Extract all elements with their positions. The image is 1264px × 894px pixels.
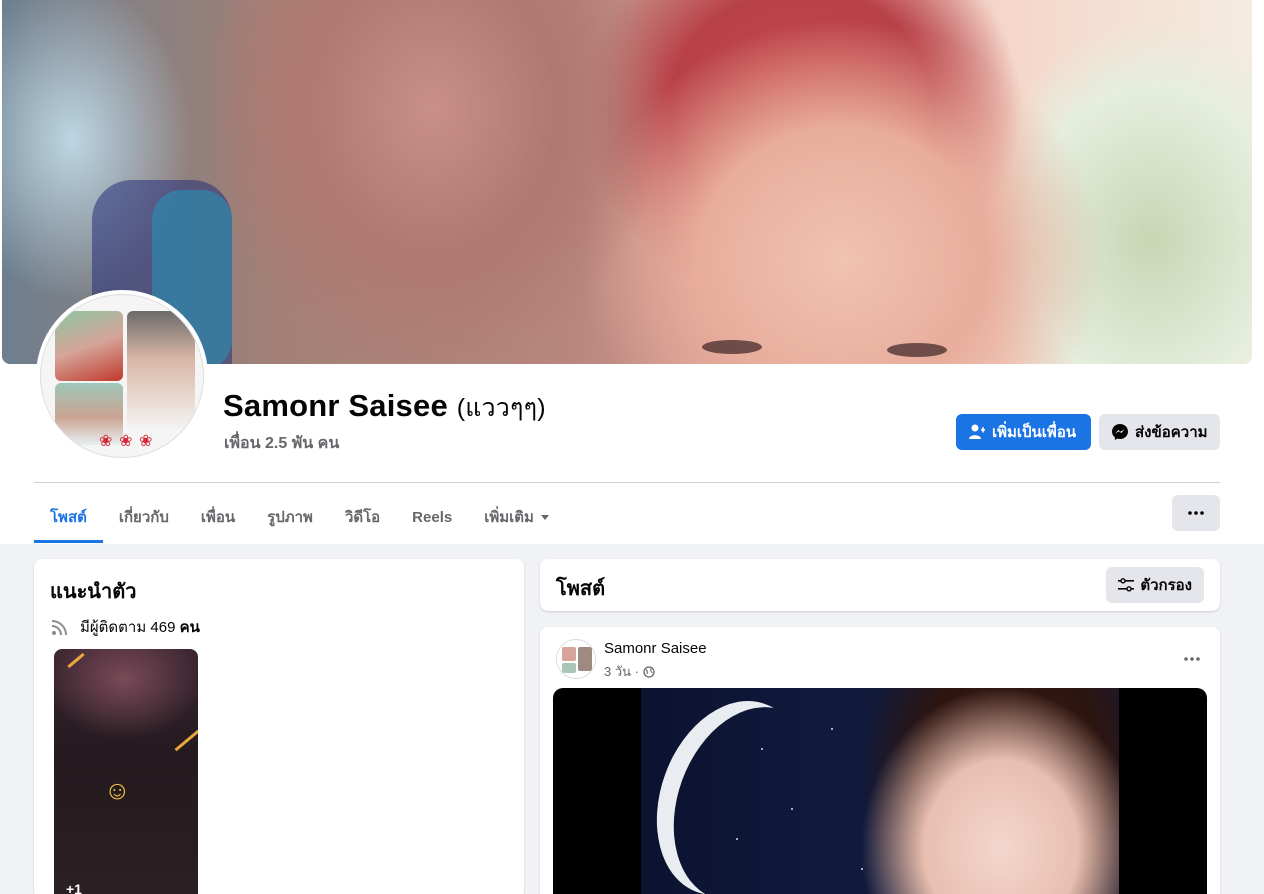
person-plus-icon — [969, 424, 985, 439]
filter-label: ตัวกรอง — [1140, 577, 1192, 594]
filter-button[interactable]: ตัวกรอง — [1106, 567, 1204, 603]
post-time[interactable]: 3 วัน · — [604, 661, 639, 682]
tab-label: รูปภาพ — [267, 509, 313, 526]
message-button[interactable]: ส่งข้อความ — [1099, 414, 1220, 450]
followers-count: มีผู้ติดตาม 469 — [80, 619, 176, 636]
caret-down-icon — [540, 515, 549, 520]
sticker-icon: ☺ — [104, 775, 131, 805]
intro-title: แนะนำตัว — [50, 581, 137, 603]
tab-label: เพิ่มเติม — [484, 509, 534, 526]
add-friend-label: เพิ่มเป็นเพื่อน — [992, 424, 1077, 441]
header-divider — [34, 482, 1220, 483]
ellipsis-icon — [1188, 511, 1204, 515]
rss-icon — [51, 620, 67, 636]
posts-header-card: โพสต์ ตัวกรอง — [540, 559, 1220, 611]
profile-header: ❀ ❀ ❀ Samonr Saisee (แววๆๆ) เพื่อน 2.5 พ… — [0, 0, 1264, 544]
profile-picture[interactable]: ❀ ❀ ❀ — [36, 290, 208, 462]
tab-reels[interactable]: Reels — [396, 494, 468, 540]
followers-info: มีผู้ติดตาม 469 คน — [50, 615, 200, 639]
profile-name-text: Samonr Saisee — [223, 388, 448, 423]
profile-tabs: โพสต์ เกี่ยวกับ เพื่อน รูปภาพ วิดีโอ Ree… — [34, 494, 566, 544]
messenger-icon — [1112, 424, 1128, 440]
featured-story[interactable]: ☺ +1 — [54, 649, 198, 894]
featured-more-count: +1 — [66, 881, 82, 894]
tab-posts[interactable]: โพสต์ — [34, 494, 103, 543]
add-friend-button[interactable]: เพิ่มเป็นเพื่อน — [956, 414, 1091, 450]
ellipsis-icon — [1184, 657, 1200, 661]
cover-photo[interactable] — [2, 0, 1252, 364]
tab-label: Reels — [412, 508, 453, 526]
tab-about[interactable]: เกี่ยวกับ — [103, 494, 185, 540]
post-options-button[interactable] — [1184, 645, 1200, 666]
message-label: ส่งข้อความ — [1135, 424, 1208, 441]
tab-label: เกี่ยวกับ — [118, 509, 169, 526]
profile-more-button[interactable] — [1172, 495, 1220, 531]
post-image[interactable] — [553, 688, 1207, 894]
tab-label: โพสต์ — [50, 509, 87, 526]
profile-alternate-name: (แววๆๆ) — [456, 394, 546, 422]
tab-friends[interactable]: เพื่อน — [185, 494, 251, 540]
sliders-icon — [1118, 578, 1135, 592]
tab-label: วิดีโอ — [344, 509, 381, 526]
intro-card: แนะนำตัว มีผู้ติดตาม 469 คน ☺ +1 — [34, 559, 524, 894]
followers-unit: คน — [179, 619, 200, 636]
globe-icon — [643, 665, 655, 678]
tab-label: เพื่อน — [200, 509, 236, 526]
profile-name: Samonr Saisee (แววๆๆ) — [223, 388, 546, 428]
post-author-name[interactable]: Samonr Saisee — [604, 640, 707, 657]
tab-photos[interactable]: รูปภาพ — [251, 494, 329, 540]
posts-title: โพสต์ — [556, 578, 606, 600]
tab-more[interactable]: เพิ่มเติม — [468, 494, 566, 540]
tab-videos[interactable]: วิดีโอ — [329, 494, 396, 540]
followers-text: มีผู้ติดตาม 469 คน — [80, 615, 200, 639]
post-card: Samonr Saisee 3 วัน · — [540, 627, 1220, 894]
post-meta: 3 วัน · — [604, 661, 655, 682]
friends-count-link[interactable]: เพื่อน 2.5 พัน คน — [224, 431, 339, 456]
post-author-avatar[interactable] — [556, 639, 596, 679]
